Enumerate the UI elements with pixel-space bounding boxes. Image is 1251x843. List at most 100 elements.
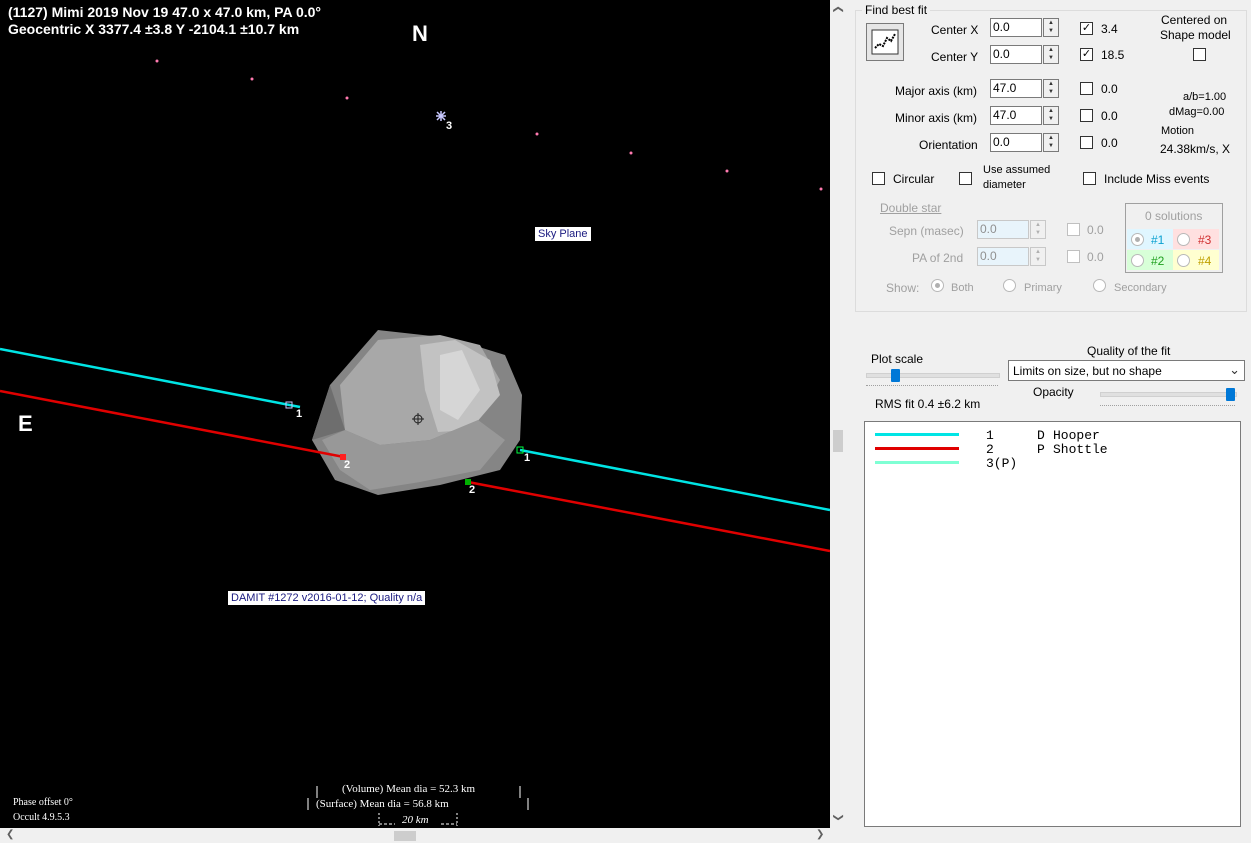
show-secondary-radio[interactable] xyxy=(1093,279,1106,292)
pa2-label: PA of 2nd xyxy=(912,251,964,265)
major-axis-input[interactable]: 47.0 xyxy=(990,79,1042,98)
star-dot xyxy=(629,151,633,155)
center-y-label: Center Y xyxy=(931,50,979,64)
plot-scale-thumb[interactable] xyxy=(891,369,900,382)
occultation-plot[interactable]: (1127) Mimi 2019 Nov 19 47.0 x 47.0 km, … xyxy=(0,0,830,828)
vertical-scrollbar[interactable]: ❮ ❯ xyxy=(830,0,846,828)
star-dot xyxy=(155,59,159,63)
major-axis-label: Major axis (km) xyxy=(895,84,978,98)
star-3-label: 3 xyxy=(446,120,453,132)
minor-axis-fit-checkbox[interactable] xyxy=(1080,109,1093,122)
quality-selected-value: Limits on size, but no shape xyxy=(1013,364,1162,378)
use-assumed-label: Use assumed xyxy=(983,164,1051,176)
solution-3-label: #3 xyxy=(1198,233,1212,247)
motion-label: Motion xyxy=(1161,125,1195,137)
orientation-input[interactable]: 0.0 xyxy=(990,133,1042,152)
sepn-input[interactable]: 0.0 xyxy=(977,220,1029,239)
centered-on-shape-checkbox[interactable] xyxy=(1193,48,1206,61)
star-dot xyxy=(725,169,729,173)
rms-fit: RMS fit 0.4 ±6.2 km xyxy=(875,397,981,411)
double-star-label: Double star xyxy=(880,201,942,215)
minor-axis-input[interactable]: 47.0 xyxy=(990,106,1042,125)
show-both-radio[interactable] xyxy=(931,279,944,292)
vertical-scroll-thumb[interactable] xyxy=(833,430,843,452)
damit-model-label: DAMIT #1272 v2016-01-12; Quality n/a xyxy=(228,591,426,605)
center-y-fit-checkbox[interactable]: ✓ xyxy=(1080,48,1093,61)
plot-title-line1: (1127) Mimi 2019 Nov 19 47.0 x 47.0 km, … xyxy=(8,4,322,20)
show-primary-label: Primary xyxy=(1024,282,1062,294)
legend-number: 1 xyxy=(986,428,994,443)
circular-label: Circular xyxy=(893,172,935,186)
center-y-input[interactable]: 0.0 xyxy=(990,45,1042,64)
scroll-up-icon[interactable]: ❮ xyxy=(833,5,844,13)
scroll-down-icon[interactable]: ❯ xyxy=(833,813,844,821)
horizontal-scrollbar[interactable]: ❮ ❯ xyxy=(0,828,830,843)
find-best-fit-button[interactable] xyxy=(866,23,904,61)
center-x-label: Center X xyxy=(931,23,979,37)
major-axis-spinner[interactable]: ▲ ▼ xyxy=(1043,79,1059,98)
plot-scale-slider[interactable] xyxy=(866,369,1000,383)
circular-checkbox[interactable] xyxy=(872,172,885,185)
plot-graphics xyxy=(0,59,830,826)
minor-axis-spinner[interactable]: ▲ ▼ xyxy=(1043,106,1059,125)
dmag-value: dMag=0.00 xyxy=(1169,106,1225,118)
star-dot xyxy=(250,77,254,81)
center-x-spinner[interactable]: ▲ ▼ xyxy=(1043,18,1059,37)
sepn-fit-checkbox[interactable] xyxy=(1067,223,1080,236)
plot-scale-ticks xyxy=(866,385,998,390)
horizontal-scroll-thumb[interactable] xyxy=(394,831,416,841)
chord-1a-label: 1 xyxy=(296,408,303,420)
minor-axis-uncertainty: 0.0 xyxy=(1101,109,1118,123)
pa2-fit-checkbox[interactable] xyxy=(1067,250,1080,263)
solution-4-radio[interactable] xyxy=(1177,254,1190,267)
orientation-uncertainty: 0.0 xyxy=(1101,136,1118,150)
include-miss-label: Include Miss events xyxy=(1104,172,1210,186)
pa2-spinner[interactable]: ▲ ▼ xyxy=(1030,247,1046,266)
plot-scale-track xyxy=(866,373,1000,378)
pa2-uncertainty: 0.0 xyxy=(1087,250,1104,264)
opacity-thumb[interactable] xyxy=(1226,388,1235,401)
observer-3-marker xyxy=(436,111,446,121)
shape-model-label: Shape model xyxy=(1160,28,1231,42)
scroll-left-icon[interactable]: ❮ xyxy=(6,829,14,840)
scroll-right-icon[interactable]: ❯ xyxy=(816,829,824,840)
chevron-down-icon: ⌄ xyxy=(1229,362,1240,377)
orientation-spinner[interactable]: ▲ ▼ xyxy=(1043,133,1059,152)
surface-mean-dia: (Surface) Mean dia = 56.8 km xyxy=(316,798,449,810)
legend-line-2 xyxy=(875,447,959,450)
center-y-spinner[interactable]: ▲ ▼ xyxy=(1043,45,1059,64)
include-miss-checkbox[interactable] xyxy=(1083,172,1096,185)
ab-ratio: a/b=1.00 xyxy=(1183,91,1227,103)
show-both-label: Both xyxy=(951,282,974,294)
legend-number: 2 xyxy=(986,442,994,457)
phase-offset: Phase offset 0° xyxy=(13,797,73,808)
center-x-input[interactable]: 0.0 xyxy=(990,18,1042,37)
show-primary-radio[interactable] xyxy=(1003,279,1016,292)
sepn-spinner[interactable]: ▲ ▼ xyxy=(1030,220,1046,239)
use-assumed-diameter-checkbox[interactable] xyxy=(959,172,972,185)
solution-3-radio[interactable] xyxy=(1177,233,1190,246)
pa2-input[interactable]: 0.0 xyxy=(977,247,1029,266)
legend-code: P xyxy=(1037,442,1045,457)
orientation-fit-checkbox[interactable] xyxy=(1080,136,1093,149)
chord-2b-label: 2 xyxy=(469,484,476,496)
solution-1-label: #1 xyxy=(1151,233,1165,247)
center-x-fit-checkbox[interactable]: ✓ xyxy=(1080,22,1093,35)
solution-1-radio[interactable] xyxy=(1131,233,1144,246)
volume-mean-dia: (Volume) Mean dia = 52.3 km xyxy=(342,783,476,795)
show-label: Show: xyxy=(886,281,920,295)
chord-2a-label: 2 xyxy=(344,459,351,471)
major-axis-fit-checkbox[interactable] xyxy=(1080,82,1093,95)
quality-dropdown[interactable]: Limits on size, but no shape ⌄ xyxy=(1008,360,1245,381)
sepn-uncertainty: 0.0 xyxy=(1087,223,1104,237)
solution-2-radio[interactable] xyxy=(1131,254,1144,267)
legend-line-1 xyxy=(875,433,959,436)
legend-observer-name: Hooper xyxy=(1053,428,1100,443)
orientation-label: Orientation xyxy=(919,138,978,152)
opacity-ticks xyxy=(1100,405,1235,410)
quality-label: Quality of the fit xyxy=(1087,344,1171,358)
solution-2-label: #2 xyxy=(1151,254,1165,268)
north-label: N xyxy=(412,21,428,46)
opacity-slider[interactable] xyxy=(1100,388,1237,402)
scale-bar-label: 20 km xyxy=(402,814,429,826)
